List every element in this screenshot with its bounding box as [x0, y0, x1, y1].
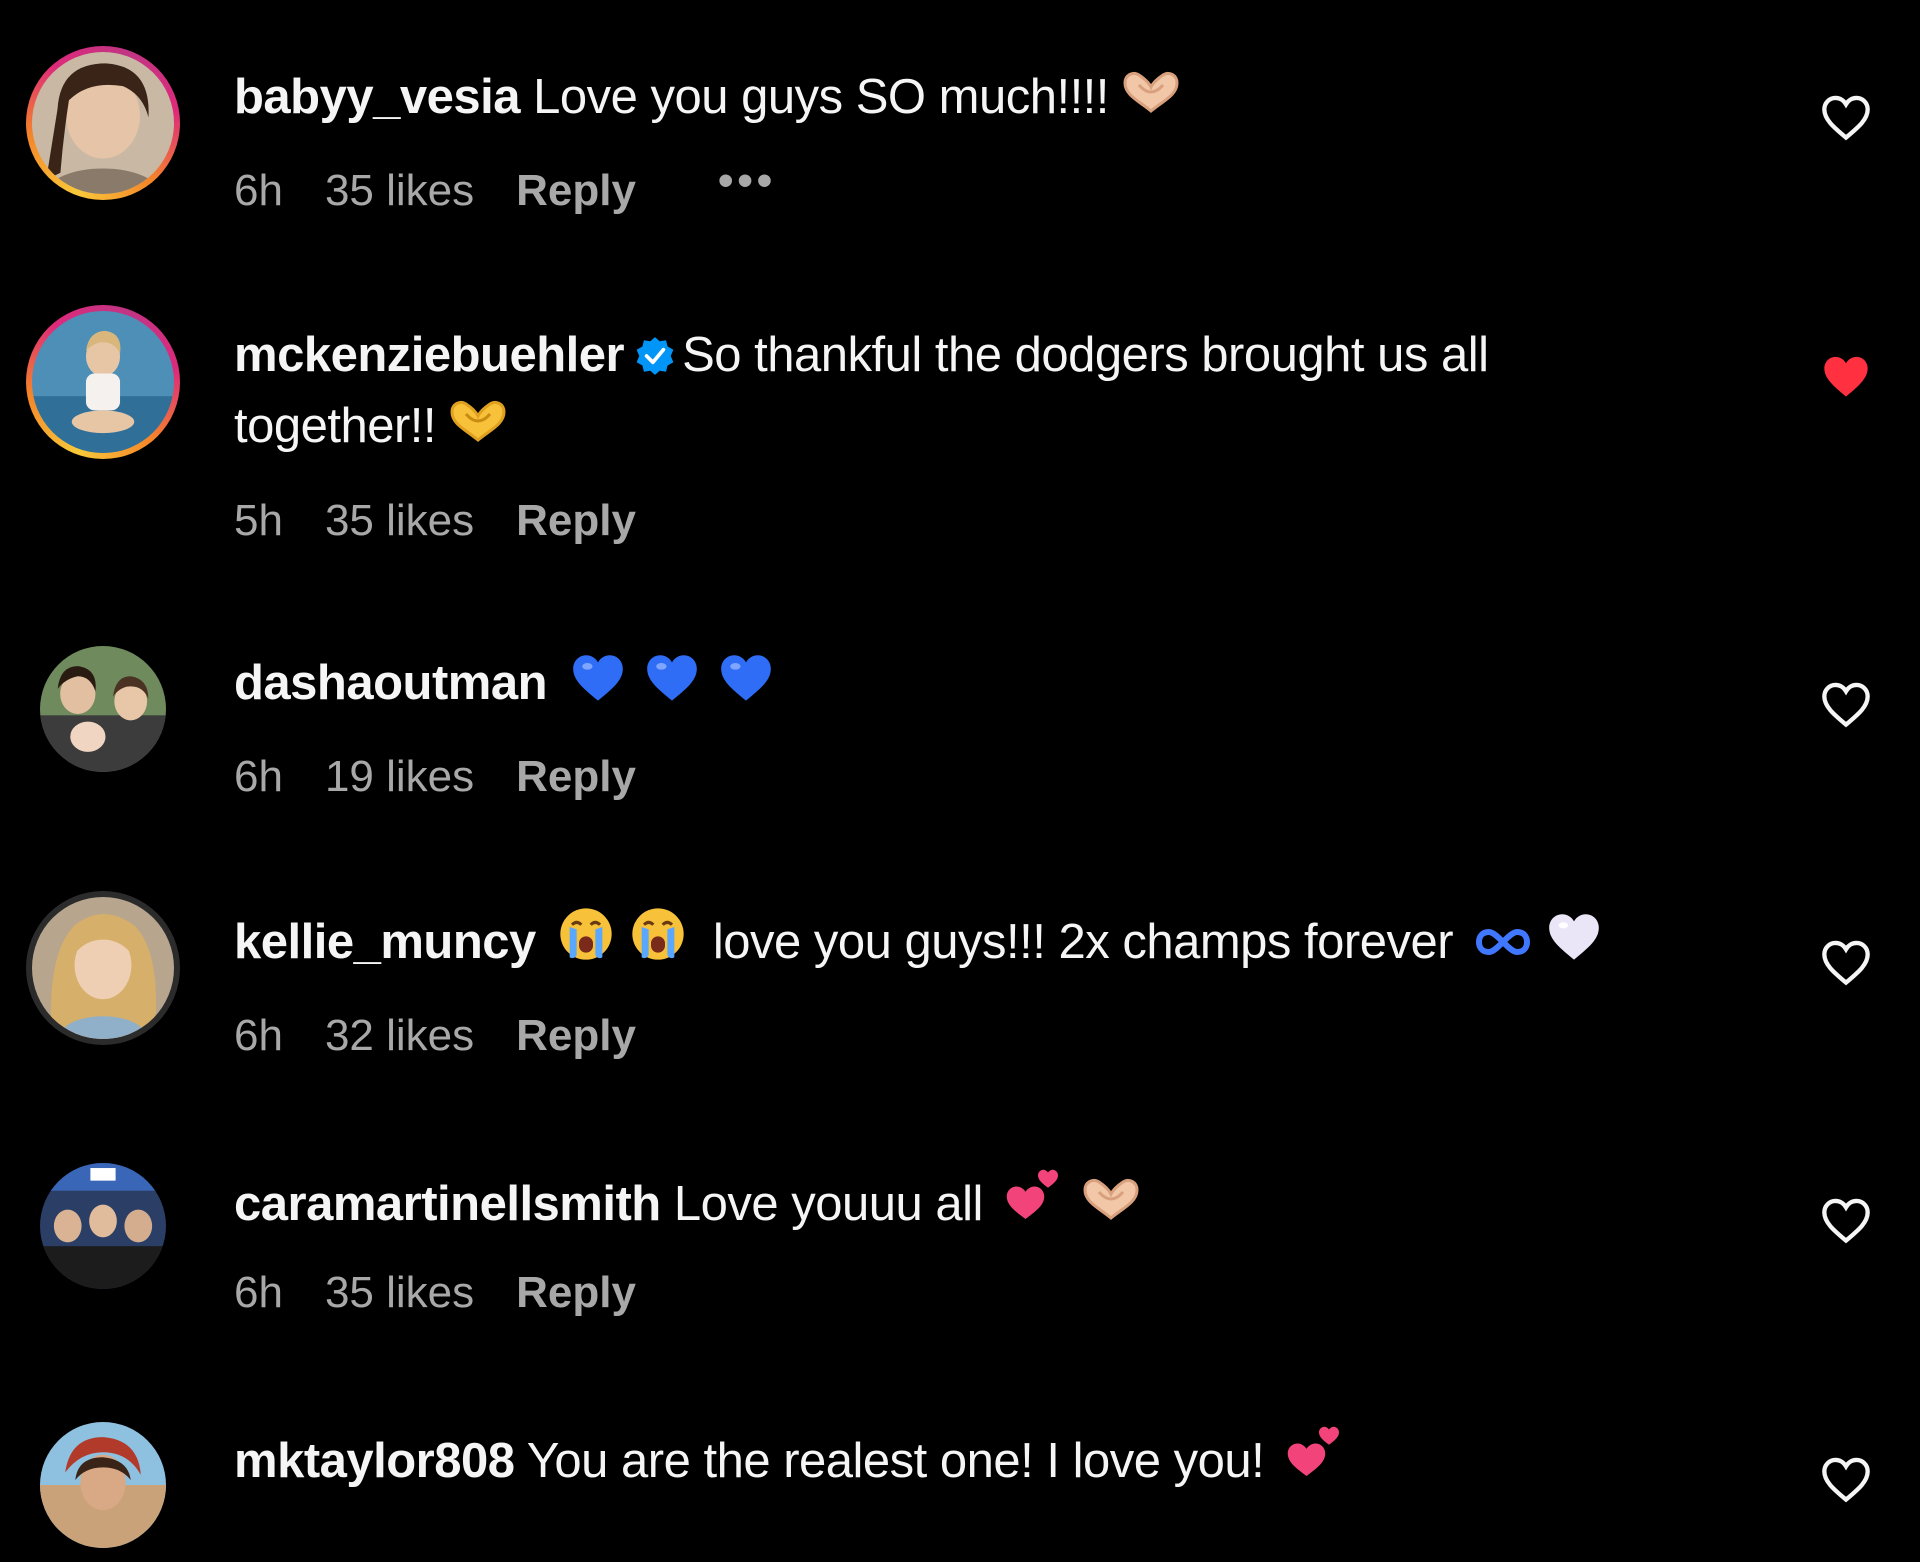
- comment-meta: 6h 19 likes Reply: [234, 752, 678, 802]
- heart-outline-icon: [1822, 95, 1870, 141]
- comment-body: babyy_vesia Love you guys SO much!!!!: [234, 62, 1714, 137]
- reply-button[interactable]: Reply: [516, 496, 636, 546]
- crying-face-emoji-icon: [558, 906, 614, 982]
- reply-button[interactable]: Reply: [516, 752, 636, 802]
- two-hearts-emoji-icon: [1003, 1164, 1063, 1244]
- comment-likes[interactable]: 19 likes: [325, 752, 474, 802]
- comment-username[interactable]: mktaylor808: [234, 1434, 515, 1488]
- two-hearts-emoji-icon: [1284, 1421, 1344, 1501]
- comment-text-line-2: together!!: [234, 399, 437, 453]
- heart-outline-icon: [1822, 1457, 1870, 1503]
- comment-body: mckenziebuehler So thankful the dodgers b…: [234, 320, 1714, 466]
- comment-time: 6h: [234, 166, 283, 215]
- comment-body: dashaoutman: [234, 648, 1714, 723]
- verified-badge-icon: [636, 337, 674, 375]
- comment-username[interactable]: dashaoutman: [234, 656, 548, 710]
- like-button[interactable]: [1820, 352, 1872, 400]
- comment-text-line-1: So thankful the dodgers brought us all: [682, 328, 1489, 382]
- comment-body: mktaylor808 You are the realest one! I l…: [234, 1421, 1714, 1501]
- comment-text: Love you guys SO much!!!!: [533, 70, 1109, 124]
- comment-text: love you guys!!! 2x champs forever: [712, 915, 1454, 969]
- avatar[interactable]: [26, 1149, 180, 1303]
- comment-body: kellie_muncy love you guys!!! 2x champs …: [234, 906, 1714, 982]
- blue-heart-emoji-icon: [569, 651, 627, 723]
- avatar[interactable]: [26, 1408, 180, 1562]
- comment-meta: 5h 35 likes Reply: [234, 496, 678, 546]
- comment-time: 6h: [234, 752, 283, 801]
- comment-text: You are the realest one! I love you!: [526, 1434, 1265, 1488]
- blue-heart-emoji-icon: [643, 651, 701, 723]
- reply-button[interactable]: Reply: [516, 1011, 636, 1061]
- white-heart-emoji-icon: [1545, 910, 1603, 982]
- heart-filled-icon: [1824, 356, 1868, 397]
- comment-likes[interactable]: 35 likes: [325, 1268, 474, 1318]
- comment-username[interactable]: mckenziebuehler: [234, 328, 625, 382]
- comment-likes[interactable]: 32 likes: [325, 1011, 474, 1061]
- like-button[interactable]: [1820, 680, 1872, 728]
- comment-time: 6h: [234, 1268, 283, 1317]
- comment-time: 6h: [234, 1011, 283, 1060]
- heart-hands-emoji-icon: [446, 395, 510, 466]
- blue-heart-emoji-icon: [717, 651, 775, 723]
- comment-text: Love youuu all: [673, 1177, 984, 1231]
- heart-hands-emoji-icon: [1119, 66, 1183, 137]
- reply-button[interactable]: Reply: [516, 166, 636, 216]
- reply-button[interactable]: Reply: [516, 1268, 636, 1318]
- like-button[interactable]: [1820, 93, 1872, 141]
- like-button[interactable]: [1820, 1196, 1872, 1244]
- comment-username[interactable]: kellie_muncy: [234, 915, 536, 969]
- comment-likes[interactable]: 35 likes: [325, 496, 474, 546]
- comment-likes[interactable]: 35 likes: [325, 166, 474, 216]
- heart-outline-icon: [1822, 1198, 1870, 1244]
- like-button[interactable]: [1820, 938, 1872, 986]
- avatar[interactable]: [26, 891, 180, 1045]
- comment-body: caramartinellsmith Love youuu all: [234, 1164, 1714, 1244]
- like-button[interactable]: [1820, 1455, 1872, 1503]
- avatar[interactable]: [26, 46, 180, 200]
- heart-hands-emoji-icon: [1079, 1173, 1143, 1244]
- heart-outline-icon: [1822, 682, 1870, 728]
- comment-username[interactable]: babyy_vesia: [234, 70, 521, 124]
- comment-time: 5h: [234, 496, 283, 545]
- comment-meta: 6h 35 likes Reply: [234, 1268, 678, 1318]
- avatar[interactable]: [26, 632, 180, 786]
- avatar[interactable]: [26, 305, 180, 459]
- crying-face-emoji-icon: [630, 906, 686, 982]
- infinity-emoji-icon: [1475, 911, 1531, 982]
- heart-outline-icon: [1822, 940, 1870, 986]
- more-options-button[interactable]: •••: [718, 156, 776, 206]
- comment-meta: 6h 35 likes Reply •••: [234, 156, 818, 216]
- comment-meta: 6h 32 likes Reply: [234, 1011, 678, 1061]
- comment-username[interactable]: caramartinellsmith: [234, 1177, 661, 1231]
